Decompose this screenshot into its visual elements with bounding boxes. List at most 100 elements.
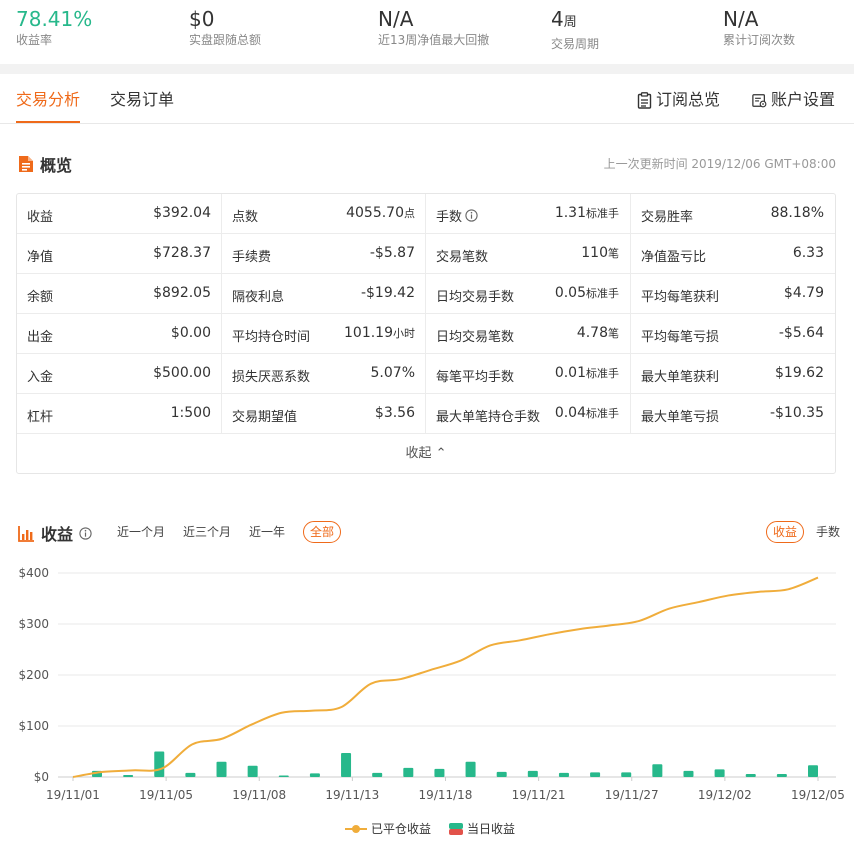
stat-value: $0 xyxy=(189,7,215,31)
stat-value: N/A xyxy=(378,7,414,31)
metrics-row: 入金 $500.00 损失厌恶系数 5.07% 每笔平均手数 0.01标准手 最大单笔获利 $… xyxy=(17,354,835,394)
metric-unit: 标准手 xyxy=(586,407,619,420)
main-tabs: 交易分析 交易订单 订阅总览 账户设置 xyxy=(0,74,854,124)
daily-profit-bar xyxy=(683,770,694,777)
account-settings-icon xyxy=(752,93,767,107)
metric-cell: 净值 $728.37 xyxy=(17,234,221,274)
daily-profit-bar xyxy=(247,765,258,777)
metric-cell: 日均交易手数 0.05标准手 xyxy=(425,274,629,314)
metric-cell: 点数 4055.70点 xyxy=(221,194,425,234)
daily-profit-bar xyxy=(745,773,756,777)
legend-item-daily-profit[interactable]: 当日收益 xyxy=(449,820,515,837)
account-settings-link[interactable]: 账户设置 xyxy=(752,90,835,110)
metric-value: 6.33 xyxy=(792,245,824,261)
y-tick-label: $100 xyxy=(18,719,49,733)
x-tick-label: 19/11/13 xyxy=(325,788,379,802)
line-legend-icon xyxy=(345,824,367,833)
closed-profit-line xyxy=(72,576,819,778)
link-label: 订阅总览 xyxy=(656,90,721,109)
metric-value: 1:500 xyxy=(170,405,211,421)
daily-profit-bar xyxy=(309,773,320,777)
overview-header: 概览 xyxy=(18,152,72,176)
metric-value: 88.18% xyxy=(770,205,824,221)
profit-title: 收益 xyxy=(41,525,74,544)
metric-label: 手数 xyxy=(436,206,478,225)
y-tick-label: $300 xyxy=(18,617,49,631)
stat-unit: 周 xyxy=(563,15,577,30)
legend-item-closed-profit[interactable]: 已平仓收益 xyxy=(345,820,431,837)
y-tick-label: $200 xyxy=(18,668,49,682)
metric-value: 4055.70点 xyxy=(346,205,415,221)
daily-profit-bar xyxy=(465,761,476,777)
metric-cell: 杠杆 1:500 xyxy=(17,394,221,434)
metric-label: 余额 xyxy=(27,290,54,305)
metric-value: $728.37 xyxy=(153,245,211,261)
metric-label: 净值 xyxy=(27,250,54,265)
metric-label: 交易期望值 xyxy=(232,410,298,425)
metric-value: -$5.87 xyxy=(369,245,415,261)
metric-label: 手续费 xyxy=(232,250,272,265)
metric-value: $892.05 xyxy=(153,285,211,301)
metric-label: 最大单笔持仓手数 xyxy=(436,410,541,425)
metric-value: 110笔 xyxy=(581,245,619,261)
filter-option[interactable]: 近三个月 xyxy=(183,522,231,542)
info-icon[interactable] xyxy=(465,209,478,222)
x-tick-label: 19/11/21 xyxy=(512,788,566,802)
metric-cell: 日均交易笔数 4.78笔 xyxy=(425,314,629,354)
tab-trade-orders[interactable]: 交易订单 xyxy=(110,90,174,110)
metric-unit: 标准手 xyxy=(586,287,619,300)
metric-toggle-option[interactable]: 手数 xyxy=(814,522,842,542)
metric-cell: 余额 $892.05 xyxy=(17,274,221,314)
daily-profit-bar xyxy=(123,774,134,777)
metric-value: 101.19小时 xyxy=(344,325,415,341)
daily-profit-bar xyxy=(154,751,165,777)
filter-option[interactable]: 近一个月 xyxy=(117,522,165,542)
metric-label: 净值盈亏比 xyxy=(641,250,707,265)
metric-cell: 手数 1.31标准手 xyxy=(425,194,629,234)
collapse-label: 收起 xyxy=(405,446,432,461)
metric-label: 收益 xyxy=(27,210,54,225)
stat-max-drawdown: N/A 近13周净值最大回撤 xyxy=(378,6,489,48)
daily-profit-bar xyxy=(496,771,507,777)
daily-profit-bar xyxy=(434,768,445,777)
metric-label: 点数 xyxy=(232,210,259,225)
legend-label: 已平仓收益 xyxy=(371,822,432,836)
stat-label: 累计订阅次数 xyxy=(723,33,796,47)
y-tick-label: $400 xyxy=(18,566,49,580)
metric-label: 隔夜利息 xyxy=(232,290,285,305)
metric-label: 日均交易手数 xyxy=(436,290,515,305)
metric-cell: 入金 $500.00 xyxy=(17,354,221,394)
metric-cell: 最大单笔亏损 -$10.35 xyxy=(630,394,834,434)
daily-profit-bar xyxy=(278,775,289,777)
x-tick-label: 19/11/18 xyxy=(419,788,473,802)
daily-profit-bar xyxy=(372,772,383,777)
info-icon[interactable] xyxy=(79,526,92,540)
metric-cell: 收益 $392.04 xyxy=(17,194,221,234)
subscription-overview-link[interactable]: 订阅总览 xyxy=(637,90,720,110)
metric-label: 交易笔数 xyxy=(436,250,489,265)
collapse-button[interactable]: 收起 ⌃ xyxy=(17,434,835,474)
metric-value: 0.04标准手 xyxy=(554,405,619,421)
metrics-row: 杠杆 1:500 交易期望值 $3.56 最大单笔持仓手数 0.04标准手 最大单笔亏损 -$… xyxy=(17,394,835,434)
daily-profit-bar xyxy=(714,769,725,777)
daily-profit-bar xyxy=(185,772,196,777)
overview-title: 概览 xyxy=(40,156,73,175)
daily-profit-bar xyxy=(652,764,663,777)
metric-cell: 每笔平均手数 0.01标准手 xyxy=(425,354,629,394)
bar-chart-icon xyxy=(18,525,34,542)
metric-toggle-option[interactable]: 收益 xyxy=(765,521,804,543)
metric-value: 5.07% xyxy=(370,365,415,381)
daily-profit-bar xyxy=(590,772,601,777)
metric-label: 损失厌恶系数 xyxy=(232,370,311,385)
filter-option[interactable]: 全部 xyxy=(303,521,342,543)
metric-cell: 平均每笔获利 $4.79 xyxy=(630,274,834,314)
filter-option[interactable]: 近一年 xyxy=(249,522,285,542)
chart-legend: 已平仓收益 当日收益 xyxy=(345,820,515,837)
tab-trade-analysis[interactable]: 交易分析 xyxy=(16,90,80,110)
summary-stats: 78.41% 收益率 $0 实盘跟随总额 N/A 近13周净值最大回撤 4周 交… xyxy=(0,0,854,64)
metric-cell: 平均持仓时间 101.19小时 xyxy=(221,314,425,354)
daily-profit-bar xyxy=(621,772,632,777)
metric-cell: 交易笔数 110笔 xyxy=(425,234,629,274)
metric-unit: 标准手 xyxy=(586,367,619,380)
daily-profit-bar xyxy=(216,761,227,777)
